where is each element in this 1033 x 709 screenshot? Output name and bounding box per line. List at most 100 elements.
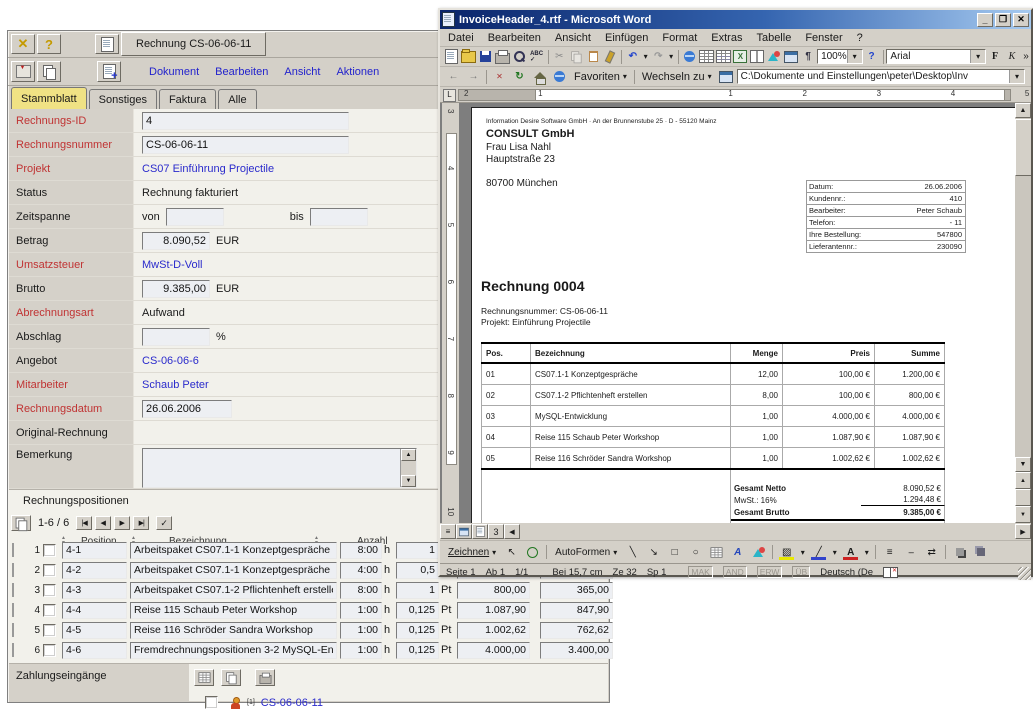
rechnungs-id-input[interactable]: [142, 112, 349, 130]
previous-page-button[interactable]: [1015, 472, 1031, 489]
payment-print-button[interactable]: [255, 669, 275, 686]
pager-next-button[interactable]: [114, 516, 130, 530]
tab-faktura[interactable]: Faktura: [159, 89, 216, 109]
position-input[interactable]: [62, 622, 127, 639]
fill-color-dropdown[interactable]: [798, 544, 807, 561]
menu-ansicht[interactable]: Ansicht: [284, 66, 320, 78]
position-input[interactable]: [62, 602, 127, 619]
oval-button[interactable]: ○: [686, 544, 705, 561]
angebot-link[interactable]: CS-06-06-6: [142, 355, 199, 367]
menu-hilfe[interactable]: ?: [857, 32, 863, 44]
autoformen-menu[interactable]: AutoFormen: [551, 546, 621, 559]
outline-view-button[interactable]: 3: [488, 524, 504, 539]
rectangle-button[interactable]: □: [665, 544, 684, 561]
select-browse-object-button[interactable]: [1015, 489, 1031, 506]
search-web-button[interactable]: [550, 68, 569, 85]
factor-input[interactable]: [396, 602, 439, 619]
row-checkbox[interactable]: [43, 604, 56, 617]
scroll-left-icon[interactable]: [504, 524, 520, 539]
cost-input[interactable]: [540, 582, 613, 599]
cost-input[interactable]: [540, 622, 613, 639]
pager-select-all-button[interactable]: [156, 516, 172, 530]
menu-ansicht[interactable]: Ansicht: [555, 32, 591, 44]
menu-dokument[interactable]: Dokument: [149, 66, 199, 78]
factor-input[interactable]: [396, 622, 439, 639]
position-row-icon[interactable]: [12, 583, 14, 597]
vertical-scrollbar[interactable]: [1015, 103, 1031, 523]
paste-button[interactable]: [585, 48, 601, 65]
time-input[interactable]: [340, 622, 382, 639]
line-color-dropdown[interactable]: [830, 544, 839, 561]
factor-input[interactable]: [396, 542, 439, 559]
columns-button[interactable]: [749, 48, 765, 65]
payment-list-button[interactable]: [194, 669, 214, 686]
redo-dropdown[interactable]: [667, 48, 675, 65]
bezeichnung-input[interactable]: [130, 622, 337, 639]
arrow-style-button[interactable]: [922, 544, 941, 561]
rechnungsdatum-input[interactable]: [142, 400, 232, 418]
home-button[interactable]: [530, 68, 549, 85]
menu-aktionen[interactable]: Aktionen: [336, 66, 379, 78]
position-row-icon[interactable]: [12, 603, 14, 617]
menu-bearbeiten[interactable]: Bearbeiten: [215, 66, 268, 78]
position-row-icon[interactable]: [12, 543, 14, 557]
arrow-button[interactable]: ↘: [644, 544, 663, 561]
time-input[interactable]: [340, 602, 382, 619]
show-paragraph-button[interactable]: [800, 48, 816, 65]
insert-table-button[interactable]: [716, 48, 732, 65]
bezeichnung-input[interactable]: [130, 562, 337, 579]
cost-input[interactable]: [540, 642, 613, 659]
net-input[interactable]: [457, 582, 530, 599]
position-row-icon[interactable]: [12, 563, 14, 577]
insert-hyperlink-button[interactable]: [682, 48, 698, 65]
net-input[interactable]: [457, 602, 530, 619]
payment-checkbox[interactable]: [205, 696, 218, 709]
favorites-menu[interactable]: Favoriten: [570, 70, 631, 84]
print-preview-button[interactable]: [512, 48, 528, 65]
open-button[interactable]: [461, 48, 477, 65]
line-color-button[interactable]: ╱: [809, 544, 828, 561]
next-page-button[interactable]: [1015, 506, 1031, 523]
word-titlebar[interactable]: InvoiceHeader_4.rtf - Microsoft Word _ ❐: [440, 10, 1031, 29]
scroll-down-icon[interactable]: [401, 475, 416, 487]
mitarbeiter-link[interactable]: Schaub Peter: [142, 379, 209, 391]
show-toolbar-button[interactable]: [717, 68, 736, 85]
net-input[interactable]: [457, 622, 530, 639]
new-document-button[interactable]: [97, 61, 121, 82]
factor-input[interactable]: [396, 562, 439, 579]
abschlag-input[interactable]: [142, 328, 210, 346]
pager-first-button[interactable]: [76, 516, 92, 530]
pager-last-button[interactable]: [133, 516, 149, 530]
net-input[interactable]: [457, 642, 530, 659]
web-layout-view-button[interactable]: [456, 524, 472, 539]
save-button[interactable]: [11, 61, 35, 82]
refresh-button[interactable]: [510, 68, 529, 85]
drawing-button[interactable]: [766, 48, 782, 65]
undo-dropdown[interactable]: [642, 48, 650, 65]
help-button[interactable]: [864, 48, 880, 65]
maximize-button[interactable]: ❐: [995, 13, 1011, 27]
select-objects-button[interactable]: ↖: [502, 544, 521, 561]
save-button[interactable]: [478, 48, 494, 65]
font-color-button[interactable]: A: [841, 544, 860, 561]
menu-datei[interactable]: Datei: [448, 32, 474, 44]
document-map-button[interactable]: [783, 48, 799, 65]
pager-copy-button[interactable]: [11, 515, 31, 531]
rechnungsnummer-input[interactable]: [142, 136, 349, 154]
scroll-right-icon[interactable]: [1015, 524, 1031, 539]
menu-format[interactable]: Format: [662, 32, 697, 44]
wordart-button[interactable]: A: [728, 544, 747, 561]
redo-button[interactable]: [650, 48, 666, 65]
time-input[interactable]: [340, 642, 382, 659]
cut-button[interactable]: [551, 48, 567, 65]
position-input[interactable]: [62, 562, 127, 579]
bezeichnung-input[interactable]: [130, 602, 337, 619]
vertical-ruler[interactable]: 3 4 5 6 7 8 9 10 11: [442, 103, 459, 523]
row-checkbox[interactable]: [43, 644, 56, 657]
tab-selector[interactable]: L: [443, 89, 456, 102]
address-input[interactable]: C:\Dokumente und Einstellungen\peter\Des…: [737, 69, 1025, 84]
goto-menu[interactable]: Wechseln zu: [638, 70, 716, 84]
position-input[interactable]: [62, 642, 127, 659]
tab-alle[interactable]: Alle: [218, 89, 256, 109]
zoom-select[interactable]: 100%: [817, 49, 863, 64]
